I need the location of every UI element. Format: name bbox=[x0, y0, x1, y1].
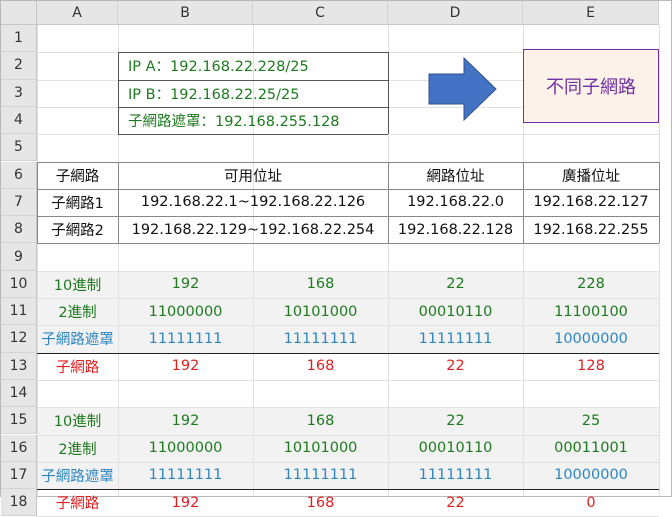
select-all-corner[interactable] bbox=[1, 1, 37, 25]
table-cell: 192.168.22.255 bbox=[533, 221, 649, 238]
grid-row-line bbox=[37, 379, 659, 381]
row-header-9[interactable]: 9 bbox=[1, 243, 37, 271]
info-ip-b: IP B：192.168.22.25/25 bbox=[128, 86, 300, 103]
row-header-7[interactable]: 7 bbox=[1, 188, 37, 217]
table-header-cell: 廣播位址 bbox=[562, 168, 620, 185]
block1-mask-value: 11111111 bbox=[283, 330, 358, 347]
block1-binary-value: 00010110 bbox=[418, 303, 493, 320]
block1-decimal-value: 192 bbox=[171, 276, 200, 293]
row-header-2[interactable]: 2 bbox=[1, 52, 37, 80]
block1-binary-label: 2進制 bbox=[58, 305, 97, 322]
info-box-border bbox=[118, 134, 388, 136]
info-box-border bbox=[388, 52, 389, 135]
block2-subnet-value: 168 bbox=[306, 494, 335, 511]
table-header-cell: 子網路 bbox=[55, 168, 100, 185]
row-header-13[interactable]: 13 bbox=[1, 352, 37, 380]
column-header-e[interactable]: E bbox=[523, 1, 659, 25]
block1-decimal-value: 228 bbox=[577, 276, 605, 293]
row-header-16[interactable]: 16 bbox=[1, 434, 37, 462]
block2-mask-value: 10000000 bbox=[554, 467, 628, 484]
block2-decimal-value: 192 bbox=[171, 412, 200, 429]
block1-decimal-value: 22 bbox=[446, 276, 465, 293]
block-divider-line bbox=[37, 489, 659, 491]
table-cell: 192.168.22.129~192.168.22.254 bbox=[131, 221, 375, 238]
result-box: 不同子網路 bbox=[523, 49, 659, 123]
row-header-1[interactable]: 1 bbox=[1, 25, 37, 53]
column-header-a[interactable]: A bbox=[37, 1, 118, 25]
block2-subnet-value: 192 bbox=[171, 494, 200, 511]
column-header-d[interactable]: D bbox=[388, 1, 523, 25]
block1-subnet-value: 22 bbox=[446, 358, 465, 375]
block2-decimal-label: 10進制 bbox=[53, 414, 102, 431]
block1-decimal-value: 168 bbox=[306, 276, 335, 293]
block2-subnet-label: 子網路 bbox=[55, 496, 100, 513]
block1-mask-value: 10000000 bbox=[554, 330, 628, 347]
spreadsheet: A B C D E 1 2 3 4 5 6 7 8 9 10 11 12 13 14 15 16 17 18 IP A：192… bbox=[0, 0, 672, 517]
block1-mask-value: 11111111 bbox=[148, 330, 223, 347]
block1-decimal-label: 10進制 bbox=[53, 277, 102, 294]
table-cell: 子網路2 bbox=[51, 223, 104, 240]
block2-binary-value: 00011001 bbox=[554, 440, 628, 457]
block2-mask-value: 11111111 bbox=[418, 467, 493, 484]
block1-binary-value: 11100100 bbox=[554, 303, 628, 320]
info-box-border bbox=[118, 52, 119, 135]
row-header-11[interactable]: 11 bbox=[1, 298, 37, 326]
block1-subnet-value: 168 bbox=[306, 358, 335, 375]
row-header-10[interactable]: 10 bbox=[1, 270, 37, 298]
block1-subnet-label: 子網路 bbox=[55, 359, 100, 376]
block2-binary-value: 00010110 bbox=[418, 440, 493, 457]
info-mask: 子網路遮罩：192.168.255.128 bbox=[128, 114, 340, 131]
block2-decimal-value: 25 bbox=[581, 412, 601, 429]
row-header-8[interactable]: 8 bbox=[1, 216, 37, 244]
block2-subnet-value: 22 bbox=[446, 494, 465, 511]
block2-subnet-value: 0 bbox=[586, 494, 596, 511]
block-divider-line bbox=[37, 352, 659, 354]
table-header-cell: 可用位址 bbox=[224, 168, 282, 185]
row-header-15[interactable]: 15 bbox=[1, 407, 37, 435]
row-header-5[interactable]: 5 bbox=[1, 134, 37, 162]
right-arrow-icon bbox=[428, 57, 497, 121]
info-ip-a: IP A：192.168.22.228/25 bbox=[128, 59, 309, 76]
block1-binary-value: 11000000 bbox=[148, 303, 223, 320]
table-border bbox=[37, 243, 659, 245]
block2-mask-value: 11111111 bbox=[283, 467, 358, 484]
block2-binary-label: 2進制 bbox=[58, 441, 97, 458]
block1-mask-label: 子網路遮罩 bbox=[41, 332, 114, 349]
block1-subnet-value: 128 bbox=[577, 358, 605, 375]
table-header-cell: 網路位址 bbox=[426, 168, 485, 185]
column-header-c[interactable]: C bbox=[253, 1, 388, 25]
block2-mask-value: 11111111 bbox=[148, 467, 223, 484]
row-header-4[interactable]: 4 bbox=[1, 106, 37, 135]
block2-mask-label: 子網路遮罩 bbox=[41, 468, 114, 485]
block1-subnet-value: 192 bbox=[171, 358, 200, 375]
row-header-18[interactable]: 18 bbox=[1, 489, 37, 517]
column-header-b[interactable]: B bbox=[118, 1, 253, 25]
block1-mask-value: 11111111 bbox=[418, 330, 493, 347]
table-cell: 子網路1 bbox=[51, 195, 104, 212]
block2-decimal-value: 168 bbox=[306, 412, 335, 429]
row-header-3[interactable]: 3 bbox=[1, 79, 37, 107]
table-border bbox=[659, 161, 660, 244]
block2-binary-value: 11000000 bbox=[148, 440, 223, 457]
row-header-12[interactable]: 12 bbox=[1, 325, 37, 353]
row-header-17[interactable]: 17 bbox=[1, 461, 37, 490]
block2-binary-value: 10101000 bbox=[283, 440, 358, 457]
block2-decimal-value: 22 bbox=[446, 412, 465, 429]
table-cell: 192.168.22.0 bbox=[407, 194, 504, 211]
grid-col-line bbox=[659, 25, 660, 496]
row-header-14[interactable]: 14 bbox=[1, 379, 37, 408]
table-cell: 192.168.22.128 bbox=[397, 221, 514, 238]
block1-binary-value: 10101000 bbox=[283, 303, 358, 320]
row-header-6[interactable]: 6 bbox=[1, 161, 37, 189]
table-cell: 192.168.22.1~192.168.22.126 bbox=[140, 194, 366, 211]
table-cell: 192.168.22.127 bbox=[533, 194, 649, 211]
